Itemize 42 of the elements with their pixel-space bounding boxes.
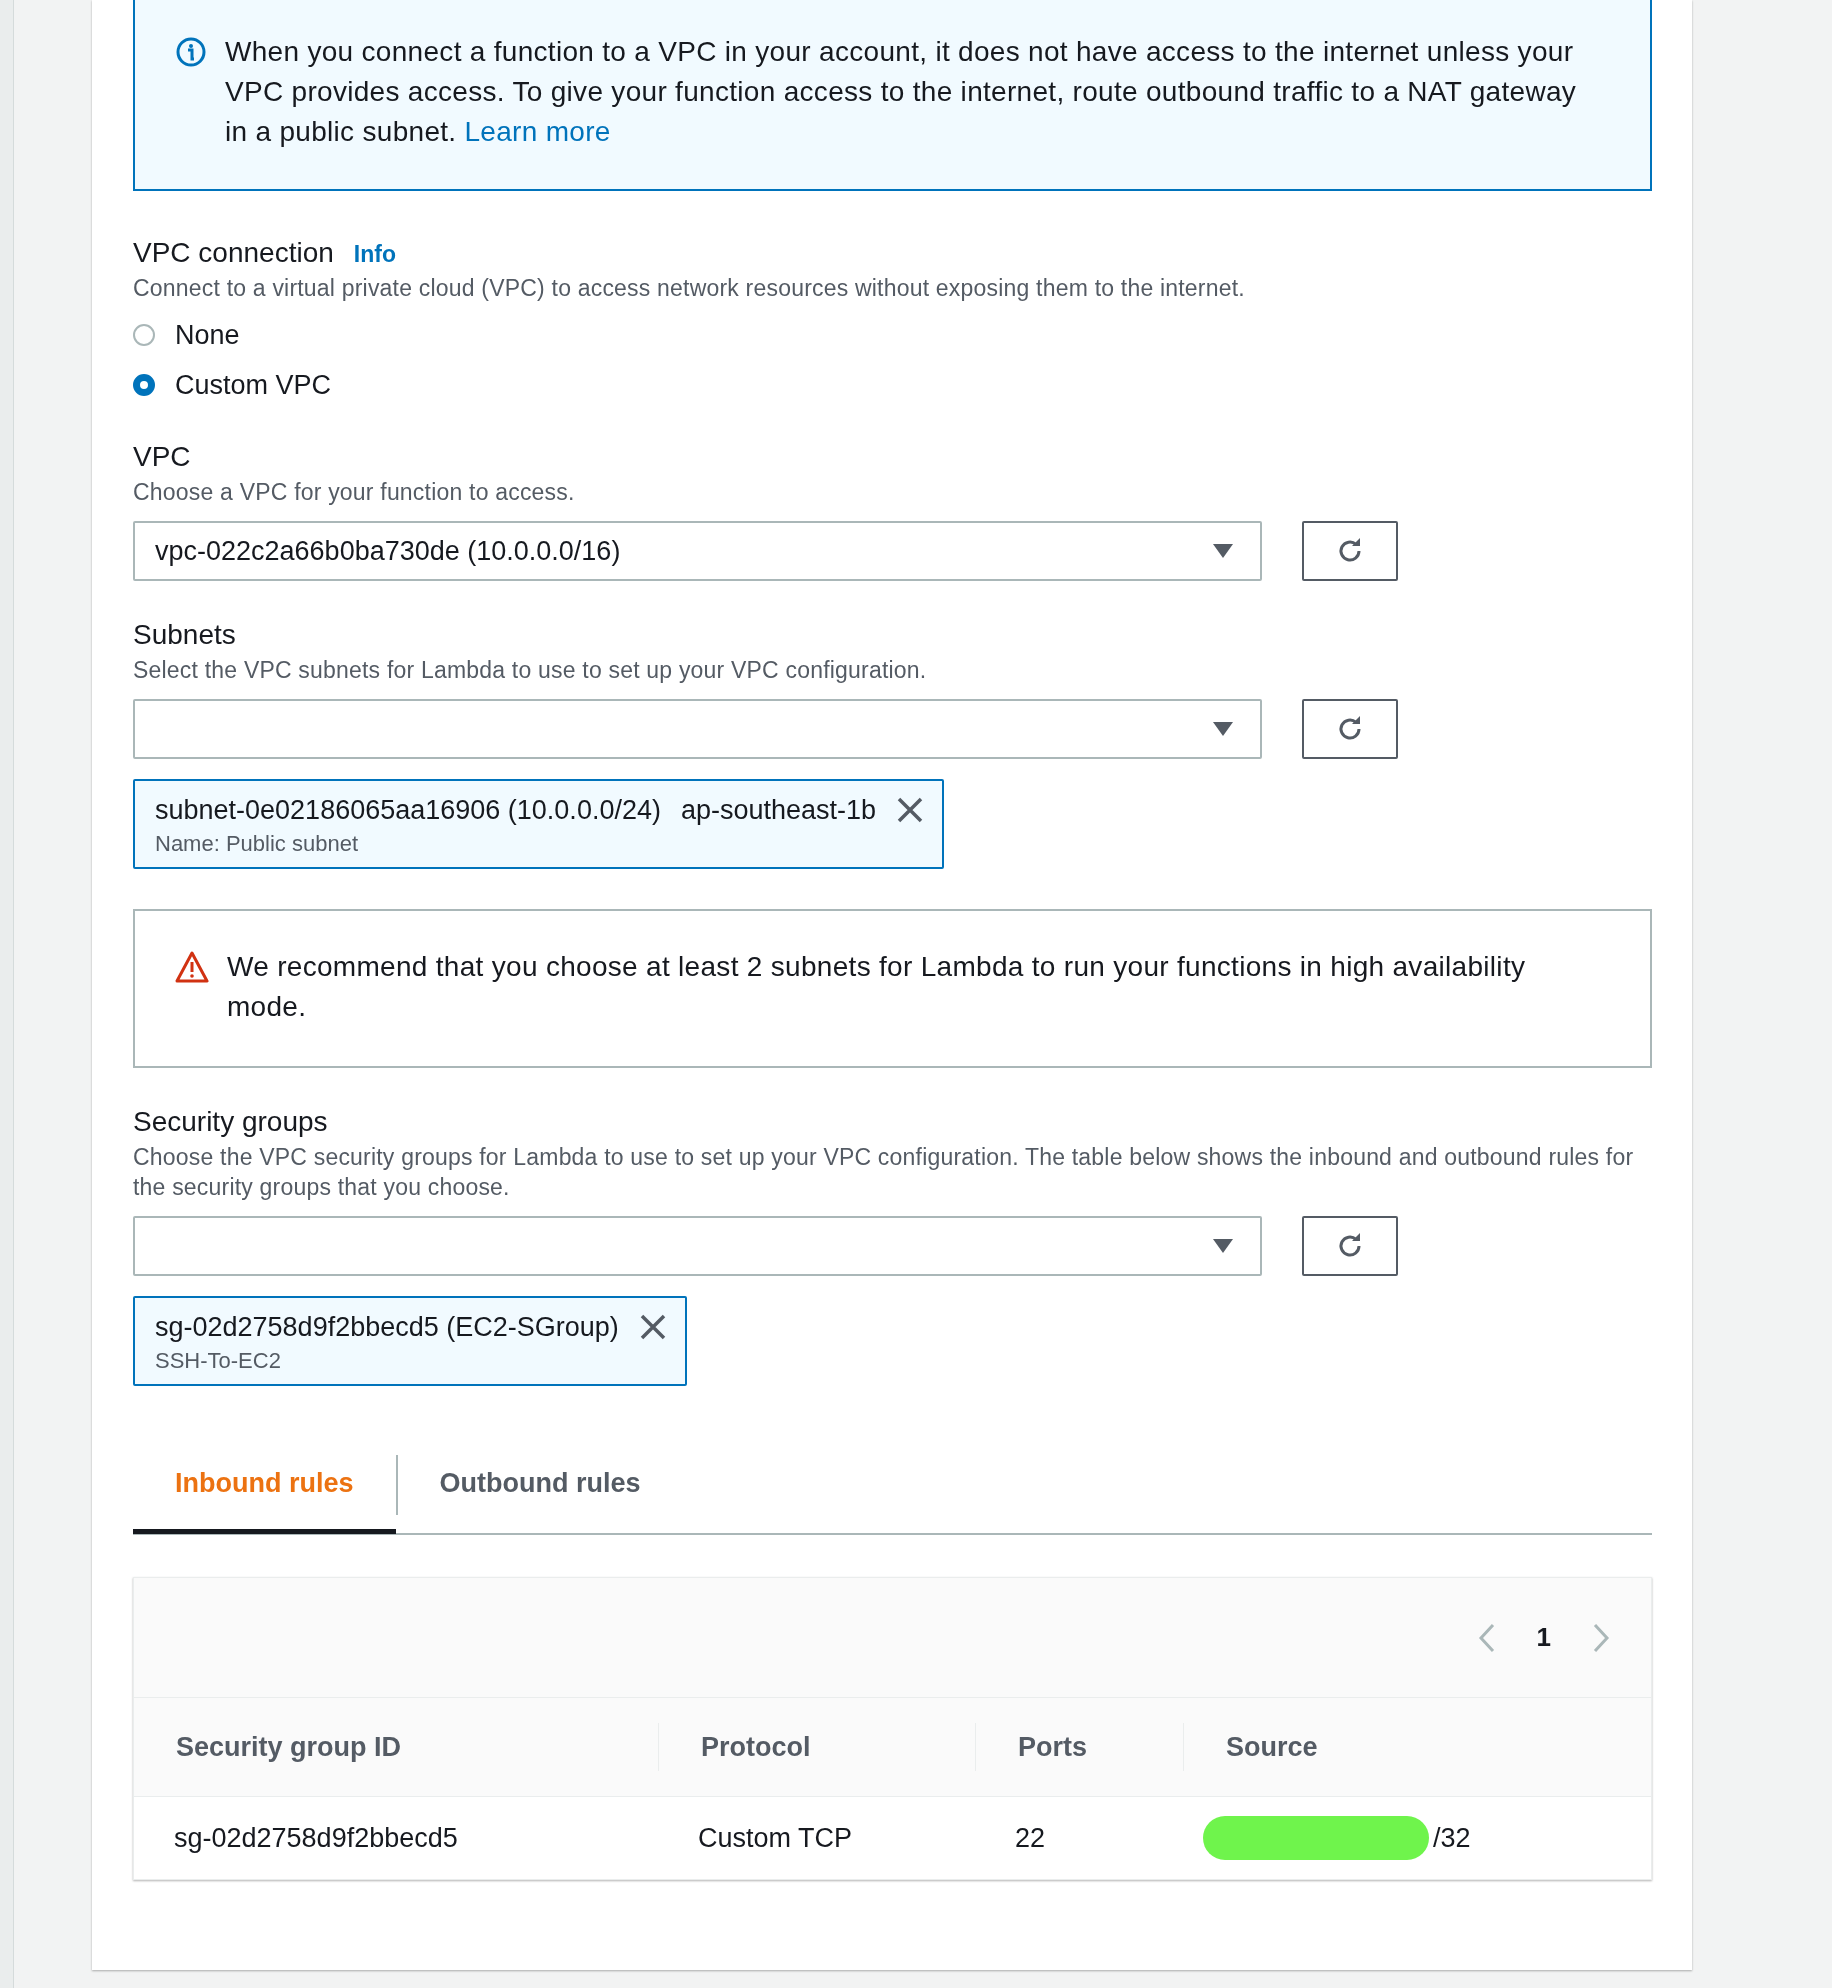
field-label: VPC	[133, 440, 192, 474]
field-description: Choose a VPC for your function to access.	[133, 478, 576, 507]
column-header: Ports	[1018, 1731, 1088, 1763]
token-tag: ap-southeast-1b	[680, 791, 877, 829]
refresh-button[interactable]	[1302, 1216, 1398, 1276]
field-description: Connect to a virtual private cloud (VPC) to access network resources without exposing them to the internet.	[133, 274, 1246, 303]
close-icon[interactable]	[638, 1313, 667, 1341]
token-subtitle: Name: Public subnet	[155, 830, 359, 858]
close-icon[interactable]	[896, 796, 925, 824]
token-title: sg-02d2758d9f2bbecd5 (EC2-SGroup)	[155, 1311, 619, 1344]
token-title: subnet-0e02186065aa16906 (10.0.0.0/24)	[155, 794, 661, 827]
table-cell: 22	[1015, 1822, 1046, 1854]
tab[interactable]: Outbound rules	[397, 1437, 683, 1534]
info-message: When you connect a function to a VPC in your account, it does not have access to the internet unless your VPC provides access. To give your function access to the internet, route outbound traffic to a NAT gateway in a public subnet. Learn more	[225, 35, 1578, 149]
info-link[interactable]: Info	[353, 241, 396, 268]
radio-button[interactable]	[133, 324, 155, 346]
field-label: VPC connection	[133, 236, 334, 270]
refresh-button[interactable]	[1302, 521, 1398, 581]
learn-more-link[interactable]: Learn more	[464, 116, 611, 147]
table-cell: /32	[1433, 1822, 1471, 1854]
column-header: Security group ID	[176, 1731, 402, 1763]
radio-label[interactable]: Custom VPC	[175, 369, 332, 401]
radio-label[interactable]: None	[175, 319, 240, 351]
table-cell: Custom TCP	[698, 1822, 853, 1854]
page-number[interactable]: 1	[1536, 1622, 1551, 1653]
token-subtitle: SSH-To-EC2	[155, 1347, 282, 1375]
field-label: Security groups	[133, 1105, 329, 1139]
warning-message: We recommend that you choose at least 2 subnets for Lambda to run your functions in high availability mode.	[227, 950, 1527, 1024]
caret-icon	[1212, 543, 1234, 559]
refresh-button[interactable]	[1302, 699, 1398, 759]
info-icon	[175, 36, 207, 68]
caret-icon	[1212, 721, 1234, 737]
column-header: Protocol	[701, 1731, 811, 1763]
field-label: Subnets	[133, 618, 237, 652]
radio-button[interactable]	[133, 374, 155, 396]
column-header: Source	[1226, 1731, 1318, 1763]
field-description: Select the VPC subnets for Lambda to use to set up your VPC configuration.	[133, 656, 928, 685]
vpc-select[interactable]: vpc-022c2a66b0ba730de (10.0.0.0/16)	[133, 521, 1262, 581]
field-description: Choose the VPC security groups for Lambda to use to set up your VPC configuration. The table below shows the inbound and outbound rules for the security groups that you choose.	[133, 1143, 1635, 1202]
warning-icon	[175, 951, 209, 983]
table-cell: sg-02d2758d9f2bbecd5	[174, 1822, 458, 1854]
caret-icon	[1212, 1238, 1234, 1254]
